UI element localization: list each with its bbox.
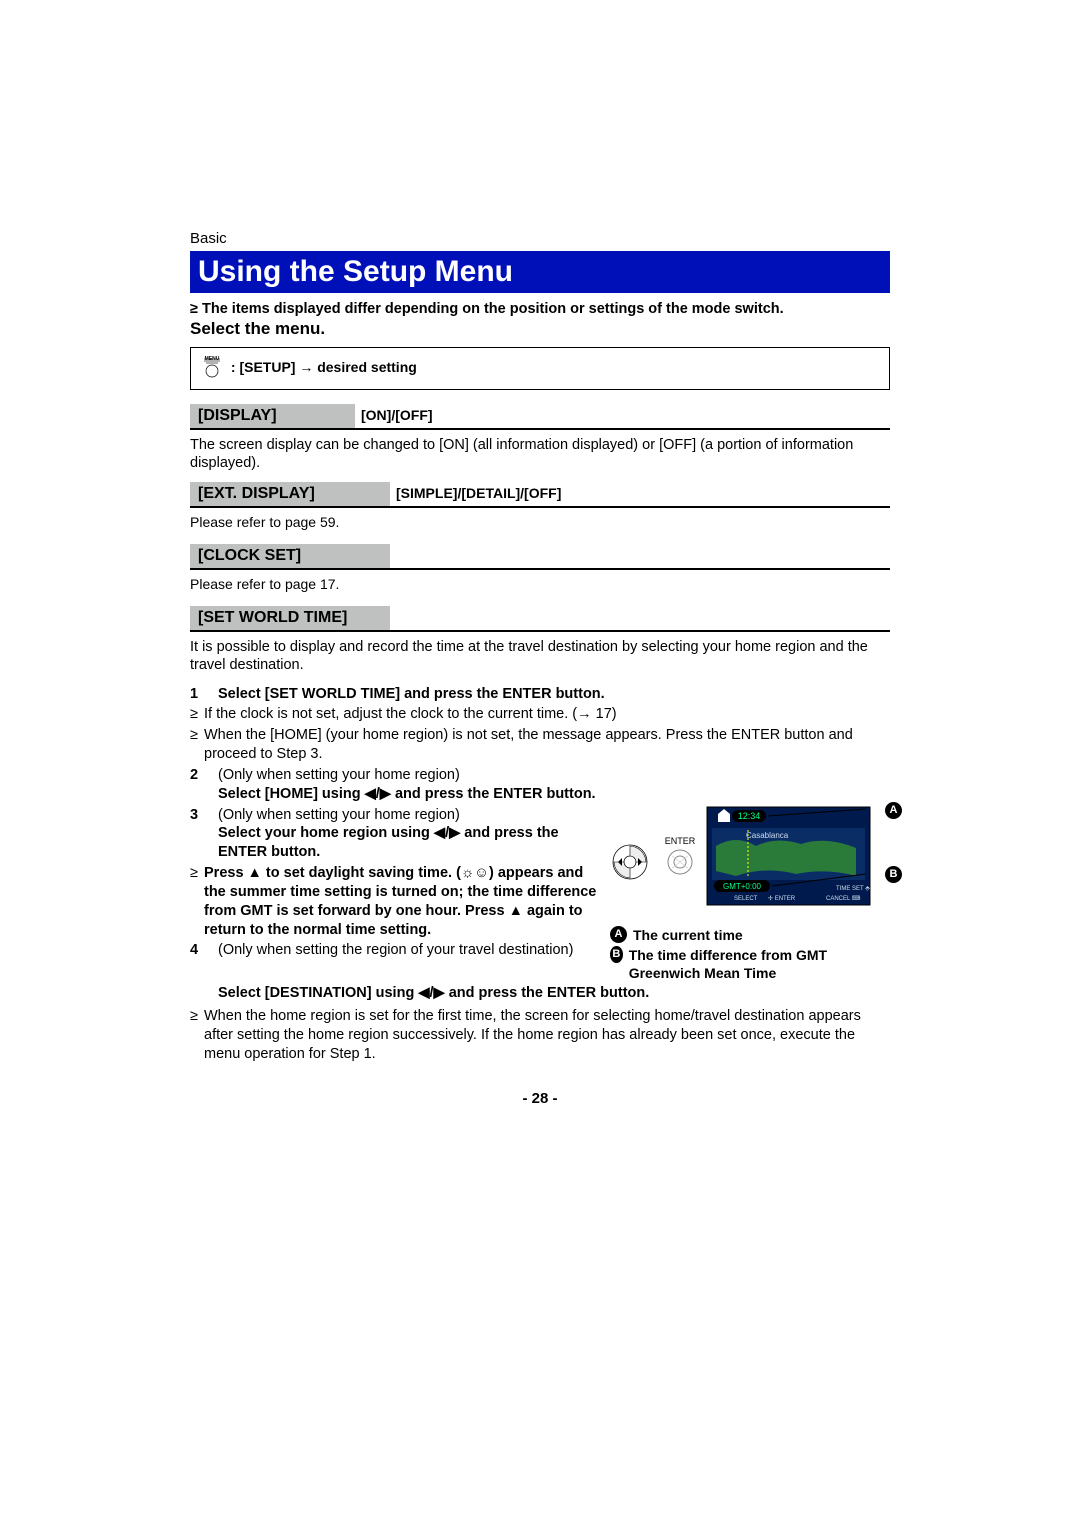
legend-b-text: The time difference from GMT Greenwich M…	[629, 946, 890, 982]
display-desc: The screen display can be changed to [ON…	[190, 436, 890, 472]
ext-display-options: [SIMPLE]/[DETAIL]/[OFF]	[390, 485, 561, 503]
svg-text:12:34: 12:34	[738, 811, 761, 821]
step3-bullet: Press ▲ to set daylight saving time. (☼☺…	[204, 864, 600, 939]
clock-set-row: [CLOCK SET]	[190, 544, 890, 570]
step1-bullet2: When the [HOME] (your home region) is no…	[204, 726, 890, 764]
svg-text:CANCEL ⌨: CANCEL ⌨	[826, 895, 861, 902]
menu-button-icon: MENU	[201, 356, 223, 381]
intro-note: ≥ The items displayed differ depending o…	[190, 301, 890, 317]
svg-text:Casablanca: Casablanca	[746, 831, 789, 840]
svg-text:GMT+0:00: GMT+0:00	[723, 882, 762, 891]
menu-path-text: : [SETUP] → desired setting	[231, 359, 417, 375]
page-number: - 28 -	[190, 1090, 890, 1107]
label-a-marker: A	[885, 802, 902, 821]
display-label: [DISPLAY]	[190, 404, 355, 428]
step-num: 4	[190, 941, 218, 960]
ext-display-refer: Please refer to page 59.	[190, 514, 890, 530]
legend: A The current time B The time difference…	[610, 926, 890, 983]
camera-screen-icon: 12:34 Casablanca GMT+0:00 TIME SET ⬘	[706, 806, 871, 912]
world-time-desc: It is possible to display and record the…	[190, 638, 890, 674]
step-num: 2	[190, 766, 218, 804]
final-bullet: When the home region is set for the firs…	[204, 1007, 890, 1064]
legend-a-icon: A	[610, 926, 627, 943]
enter-joystick-icon: ENTER	[610, 824, 702, 890]
display-options: [ON]/[OFF]	[355, 407, 433, 425]
step4-note: (Only when setting the region of your tr…	[218, 942, 573, 958]
world-time-row: [SET WORLD TIME]	[190, 606, 890, 632]
bullet-icon: ≥	[190, 864, 204, 939]
clock-set-label: [CLOCK SET]	[190, 544, 390, 568]
step-num: 1	[190, 685, 218, 704]
section-label: Basic	[190, 230, 890, 247]
label-b-marker: B	[885, 866, 902, 885]
ext-display-label: [EXT. DISPLAY]	[190, 482, 390, 506]
page-title: Using the Setup Menu	[190, 251, 890, 293]
svg-text:MENU: MENU	[205, 356, 220, 362]
step4-text: Select [DESTINATION] using ◀/▶ and press…	[218, 984, 890, 1003]
step3-note: (Only when setting your home region)	[218, 807, 460, 823]
legend-a-text: The current time	[633, 926, 743, 944]
svg-text:SELECT: SELECT	[734, 896, 758, 902]
step1-bullet1: If the clock is not set, adjust the cloc…	[204, 705, 890, 724]
svg-text:ENTER: ENTER	[665, 836, 696, 846]
bullet-icon: ≥	[190, 726, 204, 764]
step-num: 3	[190, 806, 218, 863]
diagram: ENTER	[610, 806, 890, 916]
steps-list: 1 Select [SET WORLD TIME] and press the …	[190, 685, 890, 1064]
svg-text:TIME SET ⬘: TIME SET ⬘	[836, 886, 870, 892]
step2-note: (Only when setting your home region)	[218, 767, 460, 783]
clock-set-refer: Please refer to page 17.	[190, 576, 890, 592]
step3-text: Select your home region using ◀/▶ and pr…	[218, 825, 559, 860]
step2-text: Select [HOME] using ◀/▶ and press the EN…	[218, 786, 596, 802]
step1-text: Select [SET WORLD TIME] and press the EN…	[218, 685, 890, 704]
bullet-icon: ≥	[190, 705, 204, 724]
svg-text:✢ ENTER: ✢ ENTER	[768, 895, 796, 902]
manual-page: Basic Using the Setup Menu ≥ The items d…	[0, 0, 1080, 1167]
bullet-icon: ≥	[190, 1007, 204, 1064]
ext-display-row: [EXT. DISPLAY] [SIMPLE]/[DETAIL]/[OFF]	[190, 482, 890, 508]
display-row: [DISPLAY] [ON]/[OFF]	[190, 404, 890, 430]
menu-path-box: MENU : [SETUP] → desired setting	[190, 347, 890, 390]
legend-b-icon: B	[610, 946, 623, 963]
world-time-label: [SET WORLD TIME]	[190, 606, 390, 630]
select-menu-heading: Select the menu.	[190, 319, 890, 339]
